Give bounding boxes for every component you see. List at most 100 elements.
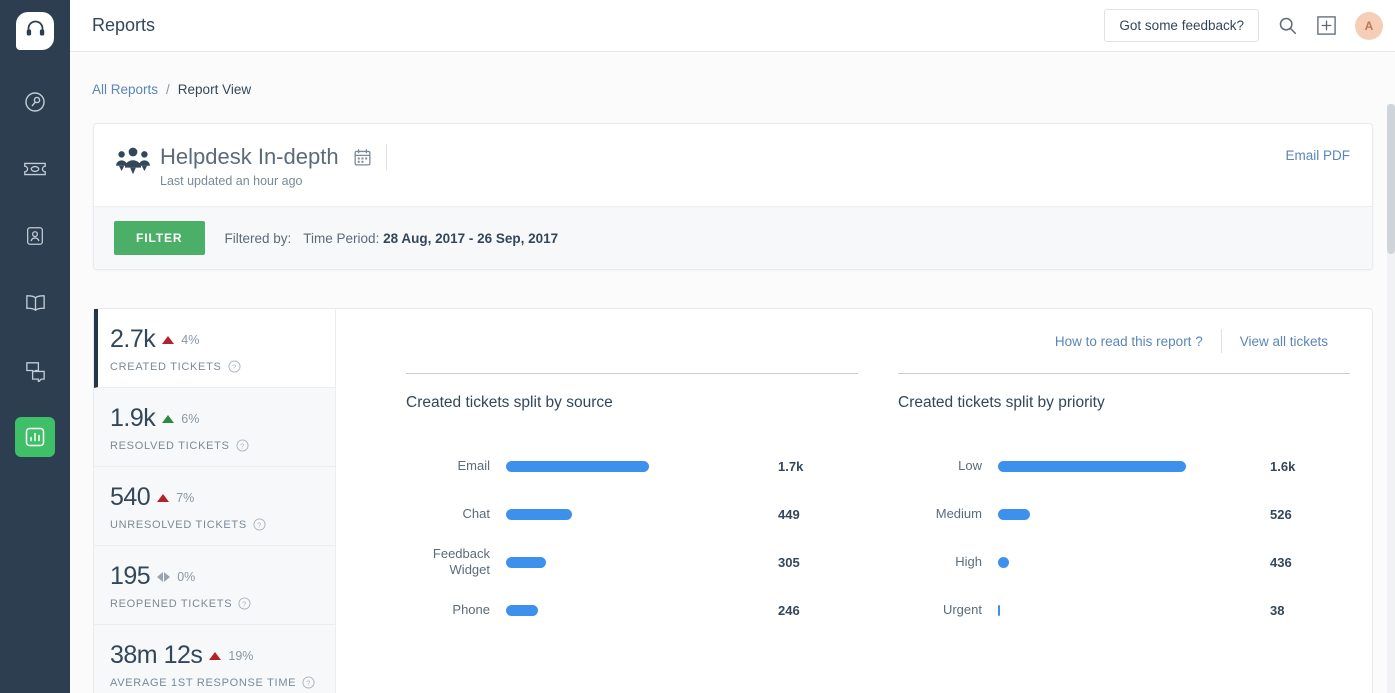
report-body-panel: 2.7k 4% Created Tickets ? xyxy=(93,308,1373,693)
metric-label: Average 1st Response Time xyxy=(110,676,297,689)
filter-button[interactable]: FILTER xyxy=(114,221,205,255)
vertical-scrollbar-thumb[interactable] xyxy=(1387,104,1395,254)
feedback-button[interactable]: Got some feedback? xyxy=(1104,9,1259,42)
metric-top: 2.7k 4% xyxy=(110,325,321,354)
app-root: Reports Got some feedback? A All Reports… xyxy=(0,0,1395,693)
report-header-card: Helpdesk In-depth Last updated an hour a… xyxy=(93,123,1373,270)
report-title-block: Helpdesk In-depth Last updated an hour a… xyxy=(160,144,387,188)
metric-label: Reopened Tickets xyxy=(110,597,233,610)
metric-label-row: Unresolved Tickets ? xyxy=(110,518,321,531)
bar-category: Phone xyxy=(452,601,490,617)
svg-text:?: ? xyxy=(240,441,245,450)
bar-track xyxy=(506,604,768,616)
main-area: Reports Got some feedback? A All Reports… xyxy=(70,0,1395,693)
chart-bar-row[interactable]: Feedback Widget 305 xyxy=(406,538,858,586)
contacts-icon xyxy=(24,225,46,247)
page-title: Reports xyxy=(92,15,156,35)
report-last-updated: Last updated an hour ago xyxy=(160,174,303,188)
info-icon[interactable]: ? xyxy=(236,439,249,452)
sidebar-item-tickets[interactable] xyxy=(15,149,55,189)
bar-category: Medium xyxy=(935,505,982,521)
vertical-scrollbar-track[interactable] xyxy=(1387,104,1395,693)
trend-up-red-icon xyxy=(162,335,175,344)
plus-icon[interactable] xyxy=(1316,15,1337,36)
info-icon[interactable]: ? xyxy=(238,597,251,610)
metric-reopened-tickets[interactable]: 195 0% Reopened Tickets ? xyxy=(94,546,335,625)
metric-value: 2.7k xyxy=(110,325,156,353)
sidebar-item-dashboard[interactable] xyxy=(15,82,55,122)
charts-area: How to read this report ? View all ticke… xyxy=(336,309,1372,693)
forums-chat-icon xyxy=(23,359,48,382)
svg-text:?: ? xyxy=(306,678,311,687)
calendar-icon[interactable] xyxy=(353,148,372,167)
bar-category: Feedback Widget xyxy=(432,545,490,577)
metrics-column: 2.7k 4% Created Tickets ? xyxy=(94,309,336,693)
sidebar-item-solutions[interactable] xyxy=(15,283,55,323)
chart-bar-row[interactable]: Phone 246 xyxy=(406,586,858,634)
sidebar-item-reports[interactable] xyxy=(15,417,55,457)
chart-bar-rows: Email 1.7k Chat 449 Feedback Widget 305 … xyxy=(406,442,858,634)
filter-time-period: Time Period: 28 Aug, 2017 - 26 Sep, 2017 xyxy=(303,231,558,246)
metric-label-row: Resolved Tickets ? xyxy=(110,439,321,452)
bar-fill xyxy=(998,460,1186,472)
chart-bar-row[interactable]: Medium 526 xyxy=(898,490,1350,538)
metric-delta: 6% xyxy=(181,411,200,426)
metric-average-first-response-time[interactable]: 38m 12s 19% Average 1st Response Time ? xyxy=(94,625,335,693)
filtered-by-label: Filtered by: xyxy=(224,230,292,246)
metric-resolved-tickets[interactable]: 1.9k 6% Resolved Tickets ? xyxy=(94,388,335,467)
bar-fill xyxy=(998,508,1030,520)
svg-text:?: ? xyxy=(232,362,237,371)
report-title: Helpdesk In-depth xyxy=(160,144,339,169)
avatar[interactable]: A xyxy=(1355,11,1383,40)
how-to-read-link[interactable]: How to read this report ? xyxy=(1055,334,1203,349)
breadcrumb-separator: / xyxy=(166,82,170,97)
search-icon[interactable] xyxy=(1277,15,1298,36)
trend-up-red-icon xyxy=(157,493,170,502)
metric-value: 540 xyxy=(110,483,151,511)
metric-value: 1.9k xyxy=(110,404,156,432)
info-icon[interactable]: ? xyxy=(302,676,315,689)
app-logo[interactable] xyxy=(16,12,54,50)
chart-bar-row[interactable]: Chat 449 xyxy=(406,490,858,538)
sidebar-item-forums[interactable] xyxy=(15,350,55,390)
bar-category: Urgent xyxy=(942,601,982,617)
bar-track xyxy=(998,556,1260,568)
trend-up-red-icon xyxy=(209,651,222,660)
bar-track xyxy=(506,508,768,520)
sidebar-item-contacts[interactable] xyxy=(15,216,55,256)
bar-category: Low xyxy=(958,457,982,473)
info-icon[interactable]: ? xyxy=(253,518,266,531)
info-icon[interactable]: ? xyxy=(228,360,241,373)
breadcrumb: All Reports / Report View xyxy=(70,52,1395,97)
metric-top: 38m 12s 19% xyxy=(110,641,321,670)
headset-icon xyxy=(25,18,46,44)
metric-delta: 19% xyxy=(228,648,254,663)
metric-created-tickets[interactable]: 2.7k 4% Created Tickets ? xyxy=(94,309,335,388)
email-pdf-link[interactable]: Email PDF xyxy=(1285,144,1350,163)
metric-value: 38m 12s xyxy=(110,641,203,669)
chart-bar-row[interactable]: Urgent 38 xyxy=(898,586,1350,634)
metric-value: 195 xyxy=(110,562,151,590)
chart-bar-row[interactable]: Low 1.6k xyxy=(898,442,1350,490)
metric-unresolved-tickets[interactable]: 540 7% Unresolved Tickets ? xyxy=(94,467,335,546)
top-bar: Reports Got some feedback? A xyxy=(70,0,1395,52)
breadcrumb-all-reports[interactable]: All Reports xyxy=(92,82,158,97)
chart-title: Created tickets split by source xyxy=(406,394,613,411)
metric-label: Created Tickets xyxy=(110,360,222,373)
bar-value: 1.6k xyxy=(1270,458,1296,474)
trend-up-green-icon xyxy=(162,414,175,423)
svg-text:?: ? xyxy=(257,520,262,529)
chart-bar-row[interactable]: High 436 xyxy=(898,538,1350,586)
filter-name: Time Period: xyxy=(303,230,380,246)
chart-rule xyxy=(406,373,858,374)
bar-fill xyxy=(998,556,1009,568)
chart-bar-row[interactable]: Email 1.7k xyxy=(406,442,858,490)
bar-value: 449 xyxy=(778,506,800,522)
metric-label: Unresolved Tickets xyxy=(110,518,247,531)
sidebar xyxy=(0,0,70,693)
bar-fill xyxy=(506,604,538,616)
view-all-tickets-link[interactable]: View all tickets xyxy=(1240,334,1328,349)
ticket-icon xyxy=(22,157,48,181)
metric-label-row: Reopened Tickets ? xyxy=(110,597,321,610)
svg-text:?: ? xyxy=(242,599,247,608)
